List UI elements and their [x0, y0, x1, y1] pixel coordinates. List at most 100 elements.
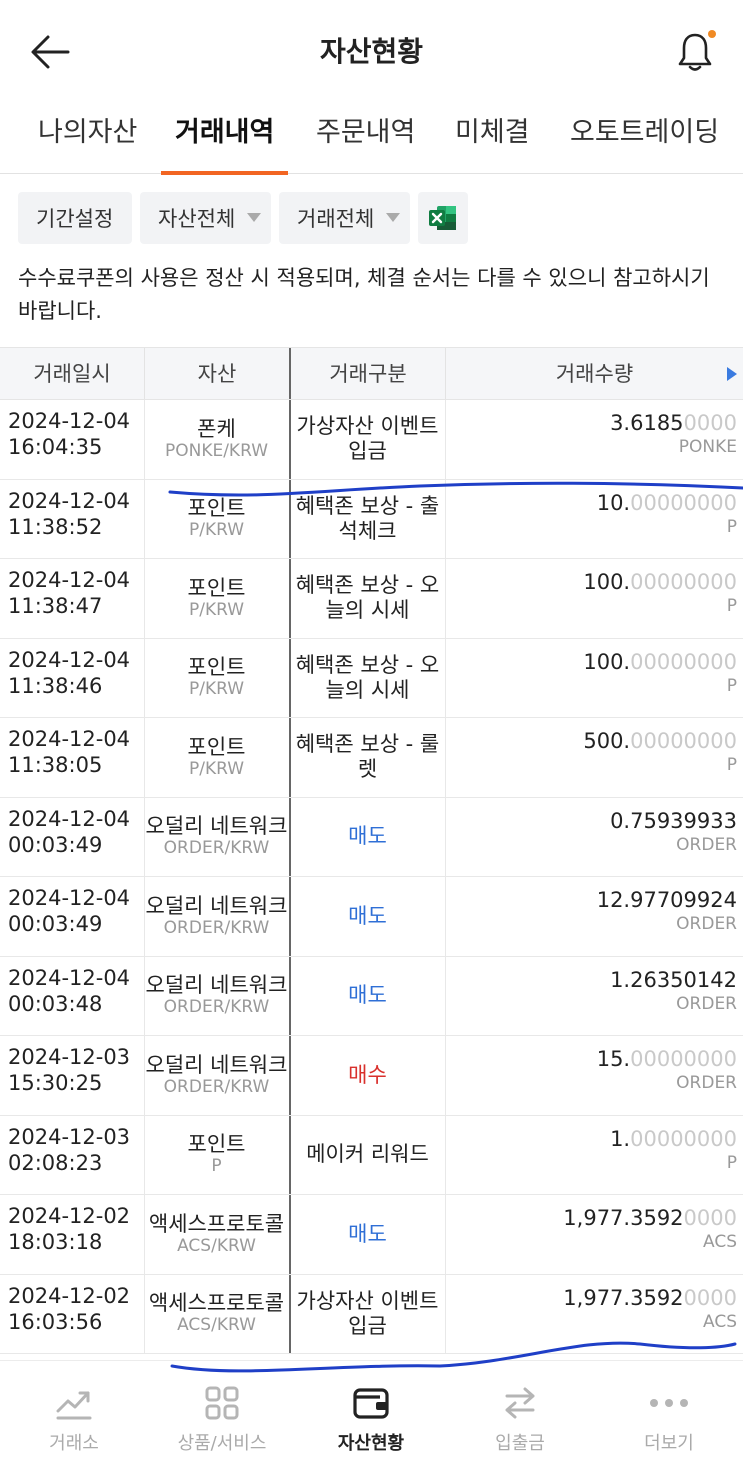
asset-filter-label: 자산전체	[158, 207, 236, 231]
row-quantity-main: 1,977.3592	[563, 1206, 684, 1230]
row-asset-symbol: P/KRW	[188, 758, 245, 779]
row-asset: 오덜리 네트워크 ORDER/KRW	[144, 1036, 289, 1115]
asset-filter-dropdown[interactable]: 자산전체	[140, 192, 271, 244]
row-time: 11:38:52	[8, 514, 103, 539]
row-asset: 포인트 P	[144, 1116, 289, 1195]
transfer-arrows-icon	[500, 1383, 540, 1423]
row-time: 16:04:35	[8, 435, 103, 459]
table-row[interactable]: 2024-12-03 02:08:23 포인트 P 메이커 리워드 1.00000000 P	[0, 1115, 743, 1195]
row-asset-name: 오덜리 네트워크	[145, 1052, 288, 1077]
table-body: 2024-12-04 16:04:35 폰케 PONKE/KRW 가상자산 이벤트 입금…	[0, 400, 743, 1354]
nav-products[interactable]: 상품/서비스	[148, 1361, 296, 1464]
row-quantity: 10.00000000 P	[597, 490, 737, 538]
row-asset: 포인트 P/KRW	[144, 480, 289, 559]
row-quantity: 1.26350142 ORDER	[610, 967, 737, 1015]
row-quantity-unit: P	[726, 755, 737, 775]
wallet-icon	[351, 1383, 391, 1423]
row-quantity-amount: 3.61850000	[610, 410, 737, 436]
row-trade-type: 혜택존 보상 - 오늘의 시세	[295, 652, 440, 702]
row-date: 2024-12-04	[8, 647, 131, 672]
row-quantity-amount: 10.00000000	[597, 490, 737, 516]
row-quantity-trailing-zeros: 00000000	[630, 729, 737, 753]
table-row[interactable]: 2024-12-02 18:03:18 액세스프로토콜 ACS/KRW 매도 1,977.…	[0, 1195, 743, 1275]
nav-deposit-withdraw-label: 입출금	[495, 1433, 545, 1454]
row-quantity-main: 1.26350142	[610, 967, 737, 992]
row-trade-type: 매수	[348, 1062, 387, 1087]
row-time: 00:03:48	[8, 991, 103, 1016]
nav-deposit-withdraw[interactable]: 입출금	[446, 1361, 594, 1464]
table-row[interactable]: 2024-12-04 00:03:48 오덜리 네트워크 ORDER/KRW 매도 1.2…	[0, 956, 743, 1036]
row-datetime: 2024-12-04 00:03:48	[8, 965, 130, 1017]
excel-icon	[429, 206, 456, 230]
excel-export-button[interactable]	[418, 192, 468, 244]
scroll-right-arrow-icon[interactable]	[727, 367, 737, 381]
row-asset-name: 폰케	[197, 416, 236, 441]
row-quantity: 0.75939933 ORDER	[610, 808, 737, 856]
row-asset: 포인트 P/KRW	[144, 639, 289, 718]
trade-filter-label: 거래전체	[297, 207, 375, 231]
tab-order-history[interactable]: 주문내역	[316, 100, 415, 174]
row-quantity-trailing-zeros: 00000000	[630, 570, 737, 594]
nav-assets[interactable]: 자산현황	[297, 1361, 445, 1464]
caret-down-icon	[247, 213, 261, 222]
row-quantity-main: 12.97709924	[596, 888, 737, 912]
row-asset-name: 오덜리 네트워크	[145, 814, 288, 839]
table-row[interactable]: 2024-12-04 11:38:46 포인트 P/KRW 혜택존 보상 - 오늘의 시…	[0, 638, 743, 718]
nav-more[interactable]: 더보기	[595, 1361, 743, 1464]
row-quantity-trailing-zeros: 00000000	[630, 1126, 737, 1151]
row-datetime: 2024-12-04 11:38:52	[8, 488, 130, 540]
table-row[interactable]: 2024-12-04 11:38:05 포인트 P/KRW 혜택존 보상 - 룰렛 500…	[0, 718, 743, 798]
row-asset: 포인트 P/KRW	[144, 559, 289, 638]
row-trade-type: 가상자산 이벤트 입금	[296, 1288, 439, 1338]
row-quantity-trailing-zeros: 0000	[683, 1285, 737, 1310]
row-quantity-trailing-zeros: 00000000	[630, 490, 737, 515]
table-row[interactable]: 2024-12-04 16:04:35 폰케 PONKE/KRW 가상자산 이벤트 입금…	[0, 400, 743, 480]
table-row[interactable]: 2024-12-04 11:38:52 포인트 P/KRW 혜택존 보상 - 출석체크 1…	[0, 479, 743, 559]
row-trade-type: 매도	[348, 903, 387, 928]
row-quantity-unit: P	[726, 516, 737, 537]
table-row[interactable]: 2024-12-04 00:03:49 오덜리 네트워크 ORDER/KRW 매도 12.…	[0, 877, 743, 957]
period-filter-button[interactable]: 기간설정	[18, 192, 132, 244]
row-time: 11:38:46	[8, 673, 103, 698]
row-quantity-main: 10.	[596, 490, 631, 515]
row-time: 11:38:05	[8, 753, 103, 777]
row-time: 18:03:18	[8, 1230, 103, 1254]
row-trade-type: 가상자산 이벤트 입금	[296, 414, 439, 464]
row-quantity-amount: 15.00000000	[597, 1046, 737, 1072]
row-date: 2024-12-04	[8, 965, 131, 990]
trade-filter-dropdown[interactable]: 거래전체	[279, 192, 410, 244]
row-time: 16:03:56	[8, 1309, 103, 1334]
row-quantity-amount: 1,977.35920000	[563, 1205, 737, 1231]
tab-unfilled[interactable]: 미체결	[455, 100, 530, 174]
tab-auto-trading[interactable]: 오토트레이딩	[570, 100, 719, 174]
nav-exchange[interactable]: 거래소	[0, 1361, 148, 1464]
notice-text: 수수료쿠폰의 사용은 정산 시 적용되며, 체결 순서는 다를 수 있으니 참고…	[18, 266, 710, 323]
row-datetime: 2024-12-04 11:38:46	[8, 647, 130, 699]
tab-bar: 나의자산 거래내역 주문내역 미체결 오토트레이딩	[0, 100, 743, 175]
row-asset: 액세스프로토콜 ACS/KRW	[144, 1195, 289, 1274]
row-asset-symbol: ACS/KRW	[177, 1315, 256, 1336]
table-row[interactable]: 2024-12-04 00:03:49 오덜리 네트워크 ORDER/KRW 매도 0.7…	[0, 797, 743, 877]
row-date: 2024-12-04	[8, 409, 131, 433]
row-quantity-amount: 100.00000000	[583, 649, 737, 675]
row-trade-type: 메이커 리워드	[306, 1142, 429, 1167]
row-asset-name: 오덜리 네트워크	[145, 893, 288, 918]
row-quantity-main: 100.	[583, 570, 631, 594]
tab-transaction-history[interactable]: 거래내역	[160, 100, 289, 175]
back-arrow-icon	[31, 35, 70, 69]
row-datetime: 2024-12-04 11:38:05	[8, 726, 130, 778]
row-datetime: 2024-12-03 15:30:25	[8, 1044, 130, 1096]
row-asset: 액세스프로토콜 ACS/KRW	[144, 1275, 289, 1354]
tab-my-assets[interactable]: 나의자산	[38, 100, 137, 174]
row-date: 2024-12-04	[8, 568, 131, 592]
table-row[interactable]: 2024-12-02 16:03:56 액세스프로토콜 ACS/KRW 가상자산 이벤트…	[0, 1274, 743, 1354]
table-row[interactable]: 2024-12-03 15:30:25 오덜리 네트워크 ORDER/KRW 매수 15.…	[0, 1036, 743, 1116]
table-row[interactable]: 2024-12-04 11:38:47 포인트 P/KRW 혜택존 보상 - 오늘의 시…	[0, 559, 743, 639]
row-trade-type: 매도	[348, 824, 387, 849]
row-datetime: 2024-12-04 16:04:35	[8, 408, 130, 460]
row-time: 15:30:25	[8, 1071, 103, 1095]
row-quantity-unit: ORDER	[676, 1073, 737, 1093]
notification-button[interactable]	[668, 26, 722, 78]
back-button[interactable]	[26, 28, 74, 76]
row-quantity: 12.97709924 ORDER	[597, 887, 737, 935]
